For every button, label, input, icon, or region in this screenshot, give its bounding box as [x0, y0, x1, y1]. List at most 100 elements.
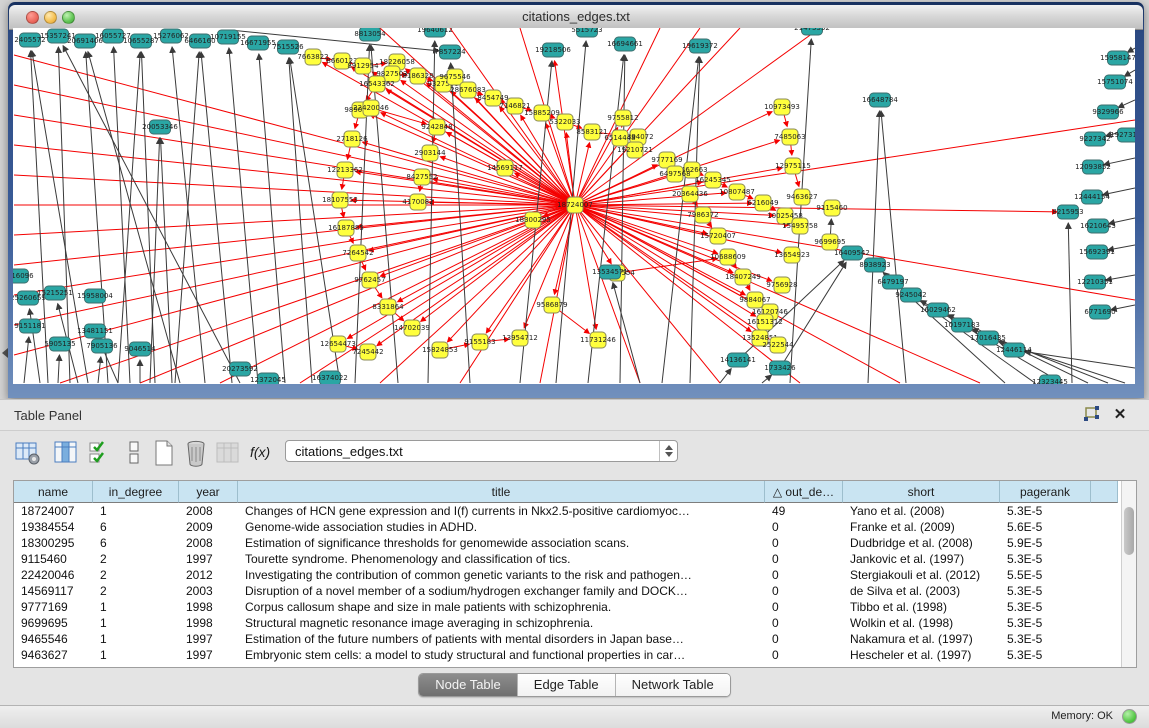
- cell-title[interactable]: Estimation of the future numbers of pati…: [238, 631, 765, 647]
- citation-edge-black[interactable]: [902, 288, 1035, 383]
- cell-short[interactable]: Hescheler et al. (1997): [843, 647, 1000, 663]
- cell-short[interactable]: Nakamura et al. (1997): [843, 631, 1000, 647]
- cell-title[interactable]: Changes of HCN gene expression and I(f) …: [238, 503, 765, 519]
- citation-network-graph[interactable]: 1872400776638228660123891295418226058982…: [13, 28, 1135, 384]
- citation-edge-black[interactable]: [172, 47, 205, 383]
- cell-in_degree[interactable]: 1: [93, 615, 179, 631]
- cell-out_degree[interactable]: 0: [765, 583, 843, 599]
- cell-out_degree[interactable]: 0: [765, 599, 843, 615]
- import-table-icon[interactable]: [214, 439, 242, 467]
- cell-year[interactable]: 1997: [179, 551, 238, 567]
- cell-short[interactable]: Dudbridge et al. (2008): [843, 535, 1000, 551]
- citation-edge-black[interactable]: [371, 45, 398, 383]
- cell-year[interactable]: 2003: [179, 583, 238, 599]
- cell-in_degree[interactable]: 2: [93, 551, 179, 567]
- cell-out_degree[interactable]: 0: [765, 631, 843, 647]
- tab-network-table[interactable]: Network Table: [616, 674, 730, 696]
- citation-edge-red[interactable]: [575, 205, 781, 253]
- new-table-icon[interactable]: [150, 439, 178, 467]
- cell-pagerank[interactable]: 5.3E-5: [1000, 503, 1091, 519]
- cell-in_degree[interactable]: 1: [93, 647, 179, 663]
- citation-edge-black[interactable]: [58, 47, 70, 383]
- select-columns-icon[interactable]: [86, 439, 114, 467]
- citation-edge-black[interactable]: [1127, 48, 1135, 52]
- citation-edge-red[interactable]: [555, 61, 575, 205]
- cell-year[interactable]: 1997: [179, 631, 238, 647]
- citation-edge-red[interactable]: [575, 205, 640, 383]
- cell-title[interactable]: Genome-wide association studies in ADHD.: [238, 519, 765, 535]
- column-header-pagerank[interactable]: pagerank: [1000, 481, 1091, 503]
- table-row[interactable]: 1830029562008Estimation of significance …: [14, 535, 1118, 551]
- citation-edge-black[interactable]: [259, 54, 285, 383]
- citation-edge-black[interactable]: [24, 337, 29, 383]
- citation-edge-black[interactable]: [720, 369, 731, 383]
- cell-title[interactable]: Investigating the contribution of common…: [238, 567, 765, 583]
- column-chooser-icon[interactable]: [52, 439, 80, 467]
- delete-table-icon[interactable]: [182, 439, 210, 467]
- cell-pagerank[interactable]: 5.6E-5: [1000, 519, 1091, 535]
- citation-edge-black[interactable]: [613, 283, 640, 383]
- cell-out_degree[interactable]: 0: [765, 551, 843, 567]
- cell-pagerank[interactable]: 5.3E-5: [1000, 615, 1091, 631]
- table-row[interactable]: 969969511998Structural magnetic resonanc…: [14, 615, 1118, 631]
- cell-short[interactable]: de Silva et al. (2003): [843, 583, 1000, 599]
- citation-edge-black[interactable]: [355, 45, 370, 383]
- cell-in_degree[interactable]: 2: [93, 583, 179, 599]
- cell-pagerank[interactable]: 5.3E-5: [1000, 599, 1091, 615]
- table-vertical-scrollbar[interactable]: [1121, 481, 1136, 667]
- cell-out_degree[interactable]: 0: [765, 567, 843, 583]
- cell-in_degree[interactable]: 1: [93, 599, 179, 615]
- table-row[interactable]: 1872400712008Changes of HCN gene express…: [14, 503, 1118, 519]
- cell-pagerank[interactable]: 5.9E-5: [1000, 535, 1091, 551]
- column-header-out_degree[interactable]: △ out_de…: [765, 481, 843, 503]
- citation-edge-black[interactable]: [290, 58, 340, 383]
- citation-edge-black[interactable]: [201, 52, 232, 383]
- cell-name[interactable]: 9465546: [14, 631, 93, 647]
- citation-edge-black[interactable]: [1124, 70, 1135, 76]
- cell-name[interactable]: 19384554: [14, 519, 93, 535]
- cell-out_degree[interactable]: 0: [765, 535, 843, 551]
- cell-pagerank[interactable]: 5.5E-5: [1000, 567, 1091, 583]
- table-row[interactable]: 977716911998Corpus callosum shape and si…: [14, 599, 1118, 615]
- cell-name[interactable]: 9115460: [14, 551, 93, 567]
- citation-edge-black[interactable]: [58, 355, 59, 383]
- cell-in_degree[interactable]: 6: [93, 519, 179, 535]
- citation-edge-black[interactable]: [762, 375, 772, 383]
- scrollbar-thumb[interactable]: [1124, 507, 1134, 555]
- cell-pagerank[interactable]: 5.3E-5: [1000, 551, 1091, 567]
- cell-name[interactable]: 9699695: [14, 615, 93, 631]
- cell-name[interactable]: 18724007: [14, 503, 93, 519]
- citation-edge-black[interactable]: [881, 111, 906, 383]
- cell-in_degree[interactable]: 2: [93, 567, 179, 583]
- cell-title[interactable]: Disruption of a novel member of a sodium…: [238, 583, 765, 599]
- table-row[interactable]: 911546021997Tourette syndrome. Phenomeno…: [14, 551, 1118, 567]
- cell-pagerank[interactable]: 5.3E-5: [1000, 583, 1091, 599]
- citation-edge-red[interactable]: [575, 203, 752, 205]
- cell-name[interactable]: 22420046: [14, 567, 93, 583]
- cell-pagerank[interactable]: 5.3E-5: [1000, 631, 1091, 647]
- table-row[interactable]: 946362711997Embryonic stem cells: a mode…: [14, 647, 1118, 663]
- table-select-dropdown[interactable]: citations_edges.txt: [285, 440, 678, 462]
- table-row[interactable]: 946554611997Estimation of the future num…: [14, 631, 1118, 647]
- cell-year[interactable]: 2012: [179, 567, 238, 583]
- citation-edge-black[interactable]: [1118, 100, 1135, 108]
- citation-edge-red[interactable]: [575, 205, 800, 383]
- cell-name[interactable]: 18300295: [14, 535, 93, 551]
- tab-edge-table[interactable]: Edge Table: [518, 674, 616, 696]
- cell-short[interactable]: Franke et al. (2009): [843, 519, 1000, 535]
- cell-in_degree[interactable]: 1: [93, 503, 179, 519]
- cell-title[interactable]: Corpus callosum shape and size in male p…: [238, 599, 765, 615]
- column-header-short[interactable]: short: [843, 481, 1000, 503]
- cell-title[interactable]: Estimation of significance thresholds fo…: [238, 535, 765, 551]
- cell-year[interactable]: 1998: [179, 599, 238, 615]
- cell-name[interactable]: 14569117: [14, 583, 93, 599]
- cell-title[interactable]: Structural magnetic resonance image aver…: [238, 615, 765, 631]
- tab-node-table[interactable]: Node Table: [419, 674, 518, 696]
- table-settings-icon[interactable]: [14, 439, 42, 467]
- memory-ok-led-icon[interactable]: [1122, 709, 1137, 724]
- dropdown-stepper-icon[interactable]: [659, 441, 677, 461]
- cell-title[interactable]: Embryonic stem cells: a model to study s…: [238, 647, 765, 663]
- citation-edge-black[interactable]: [229, 48, 258, 383]
- row-height-icon[interactable]: [120, 439, 148, 467]
- cell-year[interactable]: 2008: [179, 503, 238, 519]
